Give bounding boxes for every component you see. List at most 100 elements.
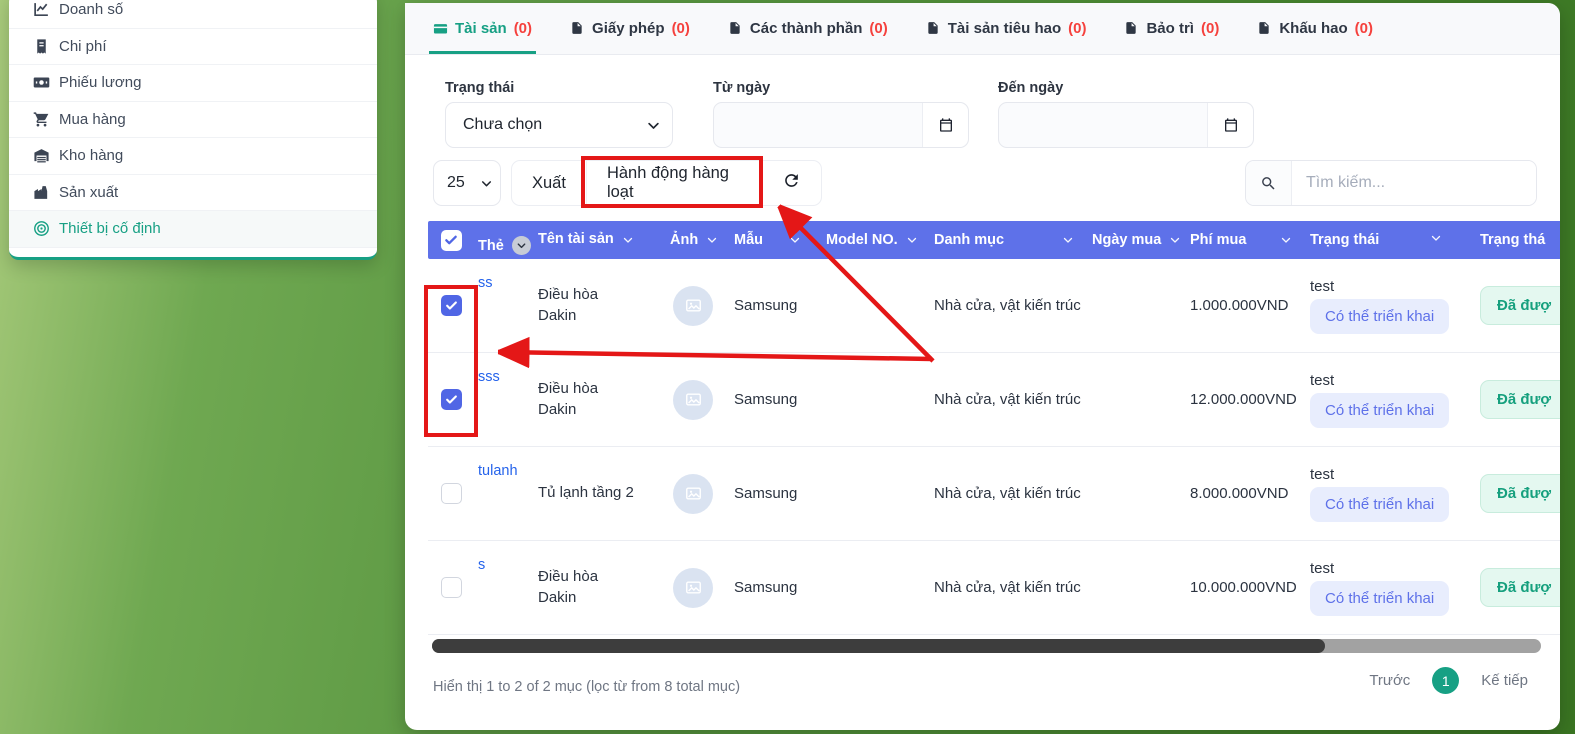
sidebar-item-thiet-bi-co-dinh[interactable]: Thiết bị cố định — [9, 211, 377, 248]
status-badge: Có thể triển khai — [1310, 580, 1450, 616]
asset-price: 1.000.000VND — [1190, 297, 1289, 314]
from-date-label: Từ ngày — [713, 80, 771, 96]
column-header-phi-mua[interactable]: Phí mua — [1186, 232, 1306, 248]
sidebar-item-kho-hang[interactable]: Kho hàng — [9, 138, 377, 175]
calendar-icon[interactable] — [1207, 103, 1253, 147]
asset-tag-link[interactable]: sss — [478, 369, 500, 385]
asset-brand: Samsung — [734, 485, 798, 502]
export-button[interactable]: Xuất — [512, 161, 586, 205]
asset-name: Điều hòa Dakin — [538, 286, 599, 324]
asset-tag-link[interactable]: s — [478, 557, 485, 573]
page-size-select[interactable]: 25 — [433, 160, 501, 206]
image-icon — [685, 299, 701, 312]
asset-name: Tủ lạnh tầng 2 — [538, 484, 634, 502]
column-header-anh[interactable]: Ảnh — [656, 232, 730, 248]
chevron-down-icon — [1169, 234, 1181, 246]
horizontal-scrollbar-track[interactable] — [432, 639, 1541, 653]
tab-count: (0) — [869, 20, 888, 37]
asset-brand: Samsung — [734, 579, 798, 596]
sidebar-item-mua-hang[interactable]: Mua hàng — [9, 102, 377, 138]
check-icon — [445, 301, 457, 310]
row-checkbox[interactable] — [440, 483, 462, 504]
status-filter-select[interactable]: Chưa chọn — [445, 102, 673, 148]
tab-label: Giấy phép — [592, 20, 665, 37]
tab-bao-tri[interactable]: Bảo trì (0) — [1124, 3, 1219, 54]
asset-image-placeholder — [673, 285, 713, 326]
to-date-input[interactable] — [998, 102, 1254, 148]
tab-count: (0) — [1200, 20, 1220, 37]
row-checkbox[interactable] — [440, 577, 462, 598]
asset-image-placeholder — [673, 473, 713, 514]
asset-tag-link[interactable]: tulanh — [478, 463, 518, 479]
tab-label: Tài sản — [455, 20, 507, 37]
chevron-down-icon — [789, 234, 801, 246]
bullseye-icon — [33, 220, 50, 237]
current-page-button[interactable]: 1 — [1432, 667, 1460, 694]
row-checkbox[interactable] — [440, 295, 462, 316]
to-date-label: Đến ngày — [998, 80, 1064, 96]
factory-icon — [33, 184, 50, 201]
image-icon — [685, 487, 701, 500]
table-row: ss Điều hòa Dakin Samsung Nhà cửa, vật k… — [428, 259, 1560, 353]
tab-tai-san-tieu-hao[interactable]: Tài sản tiêu hao (0) — [926, 3, 1087, 54]
select-all-checkbox[interactable] — [428, 229, 474, 251]
next-page-button[interactable]: Kế tiếp — [1481, 672, 1528, 689]
verify-badge: Đã đượ — [1480, 380, 1560, 419]
asset-price: 10.000.000VND — [1190, 579, 1297, 596]
table-row: s Điều hòa Dakin Samsung Nhà cửa, vật ki… — [428, 541, 1560, 635]
tab-count: (0) — [671, 20, 690, 37]
column-header-mau[interactable]: Mẫu — [730, 232, 822, 248]
column-header-trang-thai-2[interactable]: Trạng thá — [1456, 232, 1560, 248]
file-icon — [1124, 21, 1139, 36]
tab-label: Các thành phần — [749, 20, 863, 37]
tab-khau-hao[interactable]: Khấu hao (0) — [1257, 3, 1373, 54]
asset-brand: Samsung — [734, 297, 798, 314]
calendar-icon[interactable] — [922, 103, 968, 147]
asset-price: 8.000.000VND — [1190, 485, 1289, 502]
from-date-input[interactable] — [713, 102, 969, 148]
asset-name: Điều hòa Dakin — [538, 568, 599, 606]
asset-image-placeholder — [673, 567, 713, 608]
chevron-down-icon — [472, 177, 500, 190]
column-header-ten-tai-san[interactable]: Tên tài sản — [534, 230, 656, 250]
status-note: test — [1310, 559, 1335, 577]
status-badge: Có thể triển khai — [1310, 298, 1450, 334]
sidebar-item-chi-phi[interactable]: Chi phí — [9, 29, 377, 65]
tab-count: (0) — [1068, 20, 1087, 37]
chevron-down-icon — [1430, 232, 1442, 244]
sidebar-item-doanh-so[interactable]: Doanh số — [9, 0, 377, 29]
tab-tai-san[interactable]: Tài sản (0) — [428, 3, 537, 54]
results-summary: Hiển thị 1 to 2 of 2 mục (lọc từ from 8 … — [433, 679, 741, 695]
asset-category: Nhà cửa, vật kiến trúc — [934, 391, 1081, 408]
prev-page-button[interactable]: Trước — [1369, 672, 1410, 689]
refresh-button[interactable] — [760, 161, 821, 205]
check-icon — [445, 395, 457, 404]
column-header-the[interactable]: Thẻ — [474, 221, 534, 255]
sidebar-item-label: Mua hàng — [59, 110, 126, 128]
chevron-down-icon[interactable] — [511, 236, 531, 255]
tab-count: (0) — [513, 20, 533, 37]
money-bill-icon — [33, 74, 50, 91]
tab-cac-thanh-phan[interactable]: Các thành phần (0) — [728, 3, 888, 54]
cart-icon — [33, 111, 50, 128]
search-input[interactable] — [1292, 161, 1536, 205]
column-header-trang-thai[interactable]: Trạng thái — [1306, 232, 1456, 248]
module-tabs: Tài sản (0) Giấy phép (0) Các thành phần… — [405, 3, 1560, 55]
row-checkbox[interactable] — [440, 389, 462, 410]
asset-tag-link[interactable]: ss — [478, 275, 493, 291]
refresh-icon — [782, 171, 801, 195]
horizontal-scrollbar-thumb[interactable] — [432, 639, 1325, 653]
file-icon — [728, 21, 743, 36]
asset-image-placeholder — [673, 379, 713, 420]
sidebar-item-phieu-luong[interactable]: Phiếu lương — [9, 65, 377, 102]
sidebar-item-san-xuat[interactable]: Sản xuất — [9, 175, 377, 211]
sidebar-item-label: Thiết bị cố định — [59, 220, 161, 238]
sidebar-item-label: Doanh số — [59, 1, 124, 19]
chevron-down-icon — [622, 234, 634, 246]
bulk-actions-button[interactable]: Hành động hàng loạt — [585, 161, 761, 205]
column-header-danh-muc[interactable]: Danh mục — [930, 232, 1088, 248]
page-size-value: 25 — [447, 174, 465, 191]
tab-giay-phep[interactable]: Giấy phép (0) — [570, 3, 690, 54]
column-header-model-no[interactable]: Model NO. — [822, 232, 930, 248]
column-header-ngay-mua[interactable]: Ngày mua — [1088, 232, 1186, 248]
